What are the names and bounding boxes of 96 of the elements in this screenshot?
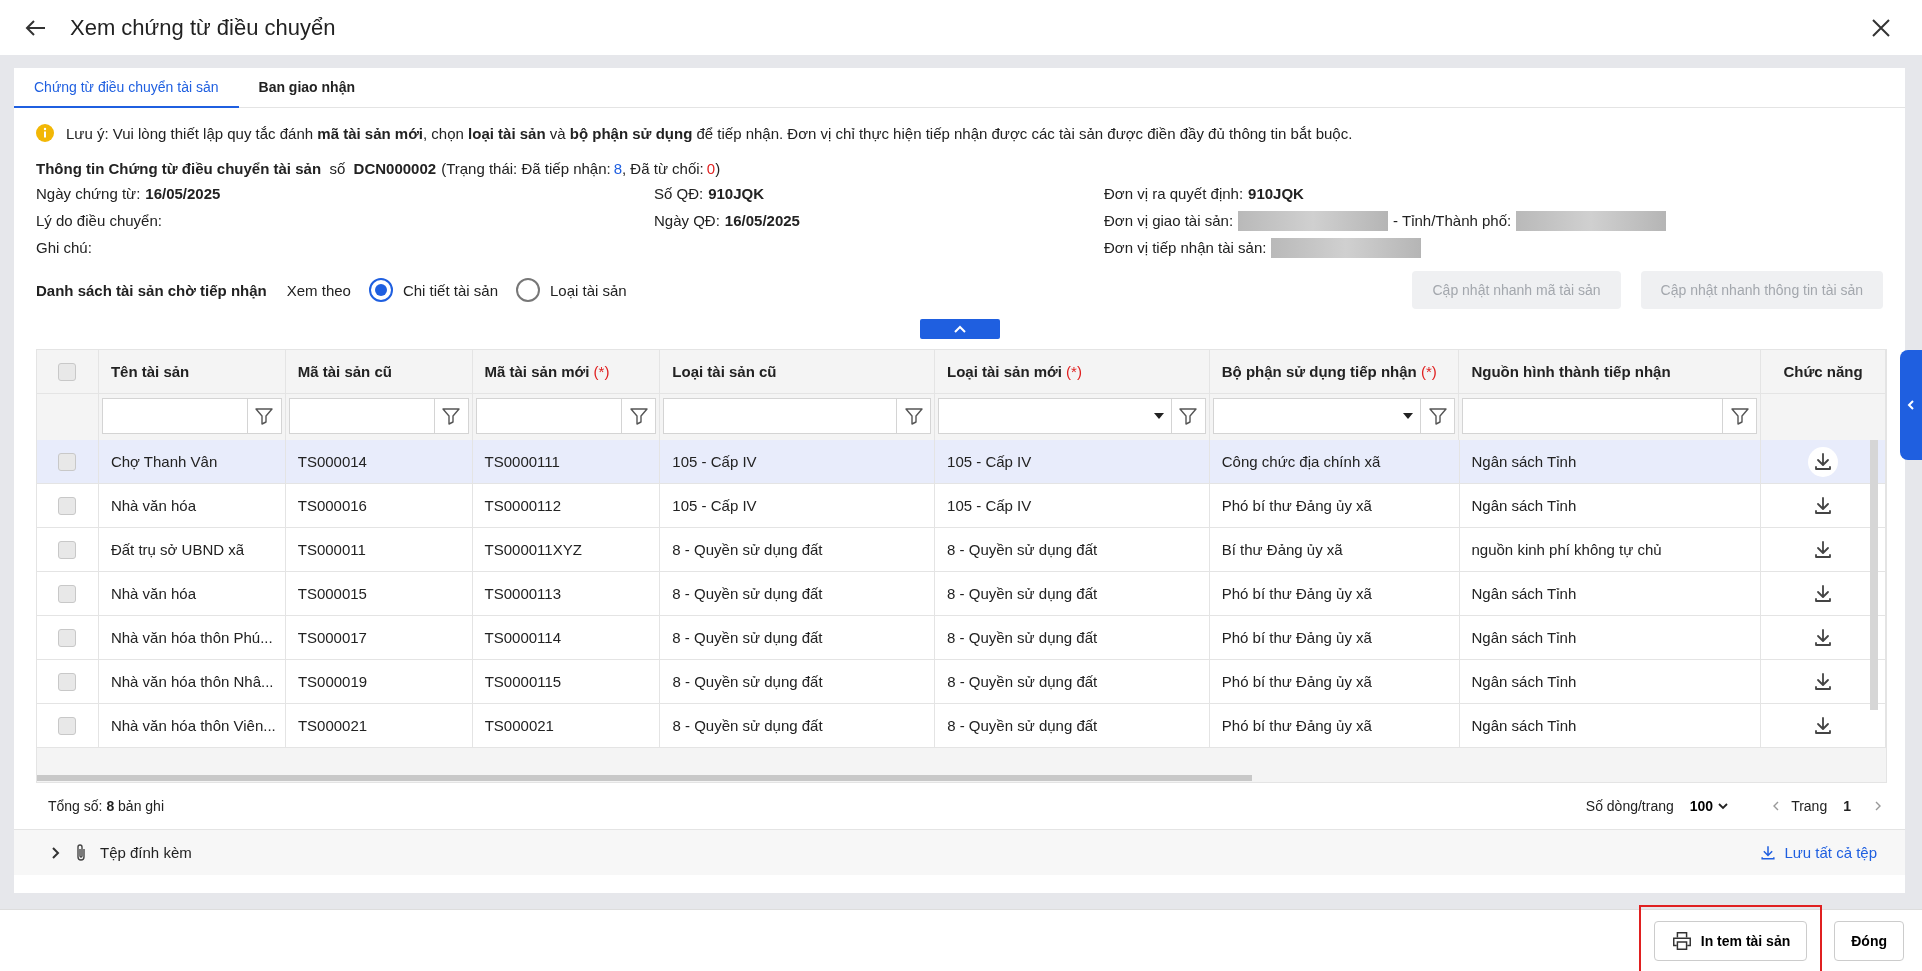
page-label: Trang bbox=[1791, 798, 1828, 814]
radio-button[interactable] bbox=[368, 278, 393, 302]
filter-button[interactable] bbox=[434, 398, 469, 434]
page-size-select[interactable]: 100 bbox=[1683, 797, 1736, 815]
printer-icon bbox=[1670, 929, 1693, 952]
status-label: , Đã từ chối: bbox=[622, 159, 704, 177]
field-value: 16/05/2025 bbox=[145, 185, 221, 202]
table-cell: Phó bí thư Đảng ủy xã bbox=[1209, 704, 1460, 748]
radio-button[interactable] bbox=[516, 278, 540, 302]
dropdown-caret-icon bbox=[1152, 412, 1165, 420]
filter-icon bbox=[628, 406, 649, 426]
field-value: 910JQK bbox=[1248, 185, 1304, 202]
filter-button[interactable] bbox=[1723, 398, 1758, 434]
column-header: Mã tài sản cũ bbox=[285, 350, 473, 394]
column-header: Tên tài sản bbox=[98, 350, 286, 394]
filter-button[interactable] bbox=[1421, 398, 1456, 434]
column-header: Chức năng bbox=[1761, 350, 1886, 394]
table-cell: TS000021 bbox=[472, 704, 661, 748]
next-page-icon[interactable] bbox=[1873, 800, 1883, 812]
table-cell: TS000021 bbox=[285, 704, 473, 748]
status-label: (Trạng thái: Đã tiếp nhận: bbox=[441, 159, 611, 177]
expand-icon[interactable] bbox=[50, 845, 62, 860]
info-icon bbox=[36, 124, 54, 142]
filter-icon bbox=[903, 406, 924, 426]
collapse-button[interactable] bbox=[919, 319, 1000, 339]
tab[interactable]: Ban giao nhận bbox=[238, 68, 375, 108]
filter-field[interactable] bbox=[101, 398, 248, 434]
dropdown-caret-icon bbox=[1402, 412, 1415, 420]
radio-label[interactable]: Chi tiết tài sản bbox=[402, 281, 498, 299]
field-label: Lý do điều chuyển: bbox=[36, 212, 162, 229]
row-checkbox[interactable] bbox=[58, 540, 77, 559]
tab[interactable]: Chứng từ điều chuyển tài sản bbox=[14, 68, 239, 108]
field-value: 16/05/2025 bbox=[724, 212, 800, 229]
field-label: Ngày QĐ: bbox=[654, 212, 720, 229]
print-button[interactable]: In tem tài sản bbox=[1653, 920, 1808, 961]
filter-field[interactable] bbox=[475, 398, 623, 434]
section-title: Danh sách tài sản chờ tiếp nhận bbox=[36, 281, 267, 299]
column-header: Mã tài sản mới (*) bbox=[472, 350, 661, 394]
field-value: 910JQK bbox=[708, 185, 765, 202]
view-label: Xem theo bbox=[286, 281, 351, 299]
filter-field[interactable] bbox=[663, 398, 898, 434]
field-label: Đơn vị tiếp nhận tài sản: bbox=[1104, 239, 1267, 256]
filter-button[interactable] bbox=[897, 398, 932, 434]
attachments-label: Tệp đính kèm bbox=[100, 844, 192, 861]
close-button[interactable]: Đóng bbox=[1834, 920, 1904, 961]
filter-icon bbox=[254, 406, 275, 426]
page-size-label: Số dòng/trang bbox=[1585, 798, 1674, 814]
row-checkbox[interactable] bbox=[58, 584, 77, 603]
field-label: Số QĐ: bbox=[654, 185, 704, 202]
document-heading: Thông tin Chứng từ điều chuyển tài sản số DCN000002 bbox=[36, 159, 437, 177]
filter-button[interactable] bbox=[1171, 398, 1206, 434]
select-all-checkbox[interactable] bbox=[58, 362, 77, 381]
field-label: Ngày chứng từ: bbox=[36, 185, 141, 202]
rejected-count: 0 bbox=[706, 159, 716, 177]
row-checkbox[interactable] bbox=[58, 496, 77, 515]
save-all-link[interactable]: Lưu tất cả tệp bbox=[1752, 841, 1883, 864]
filter-field[interactable] bbox=[1462, 398, 1724, 434]
total-count: Tổng số: 8 bản ghi bbox=[48, 798, 164, 814]
chevron-up-icon bbox=[952, 324, 967, 334]
table-cell: 8 - Quyền sử dụng đất bbox=[935, 704, 1210, 748]
field-label: Đơn vị ra quyết định: bbox=[1104, 185, 1244, 202]
row-checkbox[interactable] bbox=[58, 716, 77, 735]
close-icon bbox=[1870, 16, 1892, 39]
column-header: Bộ phận sử dụng tiếp nhận (*) bbox=[1209, 350, 1460, 394]
side-panel-toggle[interactable] bbox=[1900, 350, 1922, 460]
download-button[interactable] bbox=[1808, 446, 1839, 477]
column-header: Nguồn hình thành tiếp nhận bbox=[1459, 350, 1762, 394]
row-checkbox[interactable] bbox=[58, 452, 77, 471]
filter-icon bbox=[1178, 406, 1199, 426]
table-cell: 8 - Quyền sử dụng đất bbox=[660, 704, 936, 748]
chevron-left-icon bbox=[1906, 398, 1916, 412]
table-cell: Ngân sách Tỉnh bbox=[1459, 704, 1762, 748]
filter-field[interactable] bbox=[288, 398, 435, 434]
column-header: Loại tài sản mới (*) bbox=[935, 350, 1210, 394]
window-title: Xem chứng từ điều chuyển bbox=[70, 14, 337, 41]
filter-icon bbox=[441, 406, 462, 426]
scrollbar[interactable] bbox=[1870, 440, 1878, 710]
status-label: ) bbox=[715, 159, 721, 177]
field-label: Ghi chú: bbox=[36, 239, 92, 256]
notice-text: Lưu ý: Vui lòng thiết lập quy tắc đánh mã tài sản mới, chọn loại tài sản và bộ phận sử dụng để tiếp nhận. Đơn vị chỉ thực hiện tiếp nhận được các tài sản được điền đầy đủ thông tin bắt buộc. bbox=[66, 124, 1353, 142]
column-header: Loại tài sản cũ bbox=[660, 350, 935, 394]
filter-button[interactable] bbox=[247, 398, 282, 434]
scrollbar[interactable] bbox=[37, 775, 1252, 781]
close-button[interactable] bbox=[1870, 16, 1892, 39]
filter-button[interactable] bbox=[622, 398, 657, 434]
row-checkbox[interactable] bbox=[58, 672, 77, 691]
row-checkbox[interactable] bbox=[58, 628, 77, 647]
paperclip-icon bbox=[74, 842, 88, 863]
filter-icon bbox=[1427, 406, 1448, 426]
field-label: Đơn vị giao tài sản: bbox=[1104, 212, 1234, 229]
filter-icon bbox=[1729, 406, 1750, 426]
page-number[interactable]: 1 bbox=[1843, 798, 1851, 814]
chevron-down-icon bbox=[1717, 801, 1730, 811]
radio-label[interactable]: Loại tài sản bbox=[550, 281, 627, 299]
table-cell: Nhà văn hóa thôn Viên... bbox=[98, 704, 286, 748]
field-label: - Tỉnh/Thành phố: bbox=[1393, 212, 1512, 229]
